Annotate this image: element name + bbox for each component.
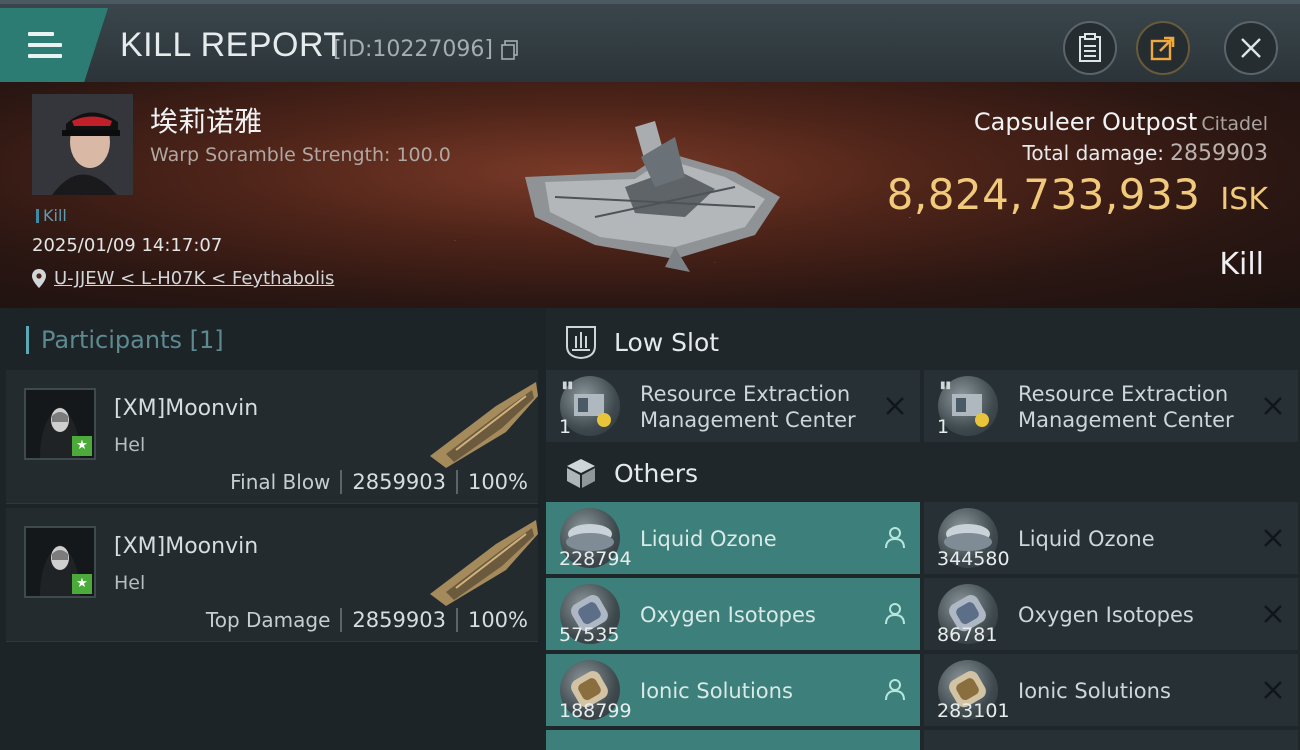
- star-icon: ★: [72, 436, 92, 456]
- isk-value: 8,824,733,933 ISK: [886, 170, 1268, 219]
- tech-tag-icon: ▮▮: [940, 380, 952, 391]
- section-label: Others: [614, 458, 699, 488]
- item-name: Oxygen Isotopes: [1018, 603, 1194, 627]
- item-name: Liquid Ozone: [1018, 527, 1155, 551]
- section-others: Others: [546, 444, 1300, 502]
- cargo-item-partial[interactable]: [546, 730, 920, 750]
- item-quantity: 344580: [937, 548, 1010, 570]
- copy-icon[interactable]: [501, 40, 519, 60]
- item-name: Oxygen Isotopes: [640, 603, 816, 627]
- menu-button[interactable]: [0, 8, 108, 82]
- cargo-item[interactable]: 283101 Ionic Solutions: [924, 654, 1298, 726]
- participant-avatar: ★: [24, 388, 96, 460]
- cargo-item[interactable]: 228794 Liquid Ozone: [546, 502, 920, 574]
- item-name: Resource Extraction Management Center: [640, 382, 856, 432]
- location-text: U-JJEW < L-H07K < Feythabolis: [54, 268, 335, 289]
- item-quantity: 188799: [559, 700, 632, 722]
- dropped-person-icon: [885, 603, 905, 625]
- participant-row[interactable]: ★ [XM]Moonvin Hel Top Damage 2859903 100…: [6, 508, 538, 642]
- destroyed-icon: [1264, 605, 1282, 623]
- kill-result: Kill: [1219, 247, 1264, 282]
- participant-name: [XM]Moonvin: [114, 396, 259, 421]
- close-button[interactable]: [1224, 21, 1278, 75]
- participant-stats: Top Damage 2859903 100%: [205, 608, 528, 632]
- hamburger-icon: [28, 32, 62, 58]
- location-pin-icon: [32, 269, 46, 288]
- module-item[interactable]: ▮▮ 1 Resource Extraction Management Cent…: [546, 370, 920, 442]
- clipboard-button[interactable]: [1063, 21, 1117, 75]
- tech-tag-icon: ▮▮: [562, 380, 574, 391]
- destroyed-icon: [1264, 529, 1282, 547]
- dropped-person-icon: [885, 679, 905, 701]
- close-icon: [1241, 38, 1261, 58]
- cargo-item[interactable]: 344580 Liquid Ozone: [924, 502, 1298, 574]
- target-name: Capsuleer Outpost Citadel: [973, 108, 1268, 136]
- top-bar: KILL REPORT [ID:10227096]: [0, 0, 1300, 82]
- cargo-item[interactable]: 86781 Oxygen Isotopes: [924, 578, 1298, 650]
- share-icon: [1150, 36, 1175, 61]
- item-quantity: 57535: [559, 624, 620, 646]
- target-type: Citadel: [1201, 113, 1268, 135]
- cube-icon: [562, 454, 600, 492]
- cargo-item[interactable]: 188799 Ionic Solutions: [546, 654, 920, 726]
- destroyed-icon: [1264, 397, 1282, 415]
- kill-header: 埃莉诺雅 Warp Soramble Strength: 100.0 Kill …: [0, 82, 1300, 308]
- destroyed-icon: [886, 397, 904, 415]
- share-button[interactable]: [1136, 21, 1190, 75]
- participant-ship: Hel: [114, 434, 146, 456]
- item-name: Liquid Ozone: [640, 527, 777, 551]
- star-icon: ★: [72, 574, 92, 594]
- dropped-person-icon: [885, 527, 905, 549]
- victim-name: 埃莉诺雅: [150, 105, 263, 138]
- item-quantity: 1: [937, 416, 950, 438]
- cargo-item-partial[interactable]: [924, 730, 1298, 750]
- module-item[interactable]: ▮▮ 1 Resource Extraction Management Cent…: [924, 370, 1298, 442]
- section-low-slot: Low Slot: [546, 313, 1300, 371]
- participant-row[interactable]: ★ [XM]Moonvin Hel Final Blow 2859903 100…: [6, 370, 538, 504]
- location-link[interactable]: U-JJEW < L-H07K < Feythabolis: [32, 268, 334, 289]
- participant-stats: Final Blow 2859903 100%: [230, 470, 528, 494]
- kill-datetime: 2025/01/09 14:17:07: [32, 235, 223, 256]
- item-name: Ionic Solutions: [1018, 679, 1171, 703]
- item-name: Ionic Solutions: [640, 679, 793, 703]
- page-title: KILL REPORT: [120, 26, 345, 64]
- low-slot-icon: [562, 323, 600, 361]
- report-id: [ID:10227096]: [333, 37, 493, 62]
- section-label: Low Slot: [614, 327, 720, 357]
- victim-avatar[interactable]: [32, 94, 133, 195]
- destroyed-icon: [1264, 681, 1282, 699]
- ship-image: [430, 382, 538, 468]
- citadel-image: [525, 121, 780, 272]
- ship-image: [430, 520, 538, 606]
- item-quantity: 283101: [937, 700, 1010, 722]
- item-quantity: 86781: [937, 624, 998, 646]
- total-damage: Total damage: 2859903: [1022, 141, 1268, 166]
- item-name: Resource Extraction Management Center: [1018, 382, 1234, 432]
- participant-name: [XM]Moonvin: [114, 534, 259, 559]
- item-quantity: 1: [559, 416, 572, 438]
- clipboard-icon: [1079, 33, 1101, 62]
- cargo-item[interactable]: 57535 Oxygen Isotopes: [546, 578, 920, 650]
- item-quantity: 228794: [559, 548, 632, 570]
- participant-avatar: ★: [24, 526, 96, 598]
- participant-ship: Hel: [114, 572, 146, 594]
- participants-title: Participants [1]: [26, 326, 224, 354]
- warp-scramble-strength: Warp Soramble Strength: 100.0: [150, 144, 451, 166]
- kill-tag: Kill: [36, 206, 67, 225]
